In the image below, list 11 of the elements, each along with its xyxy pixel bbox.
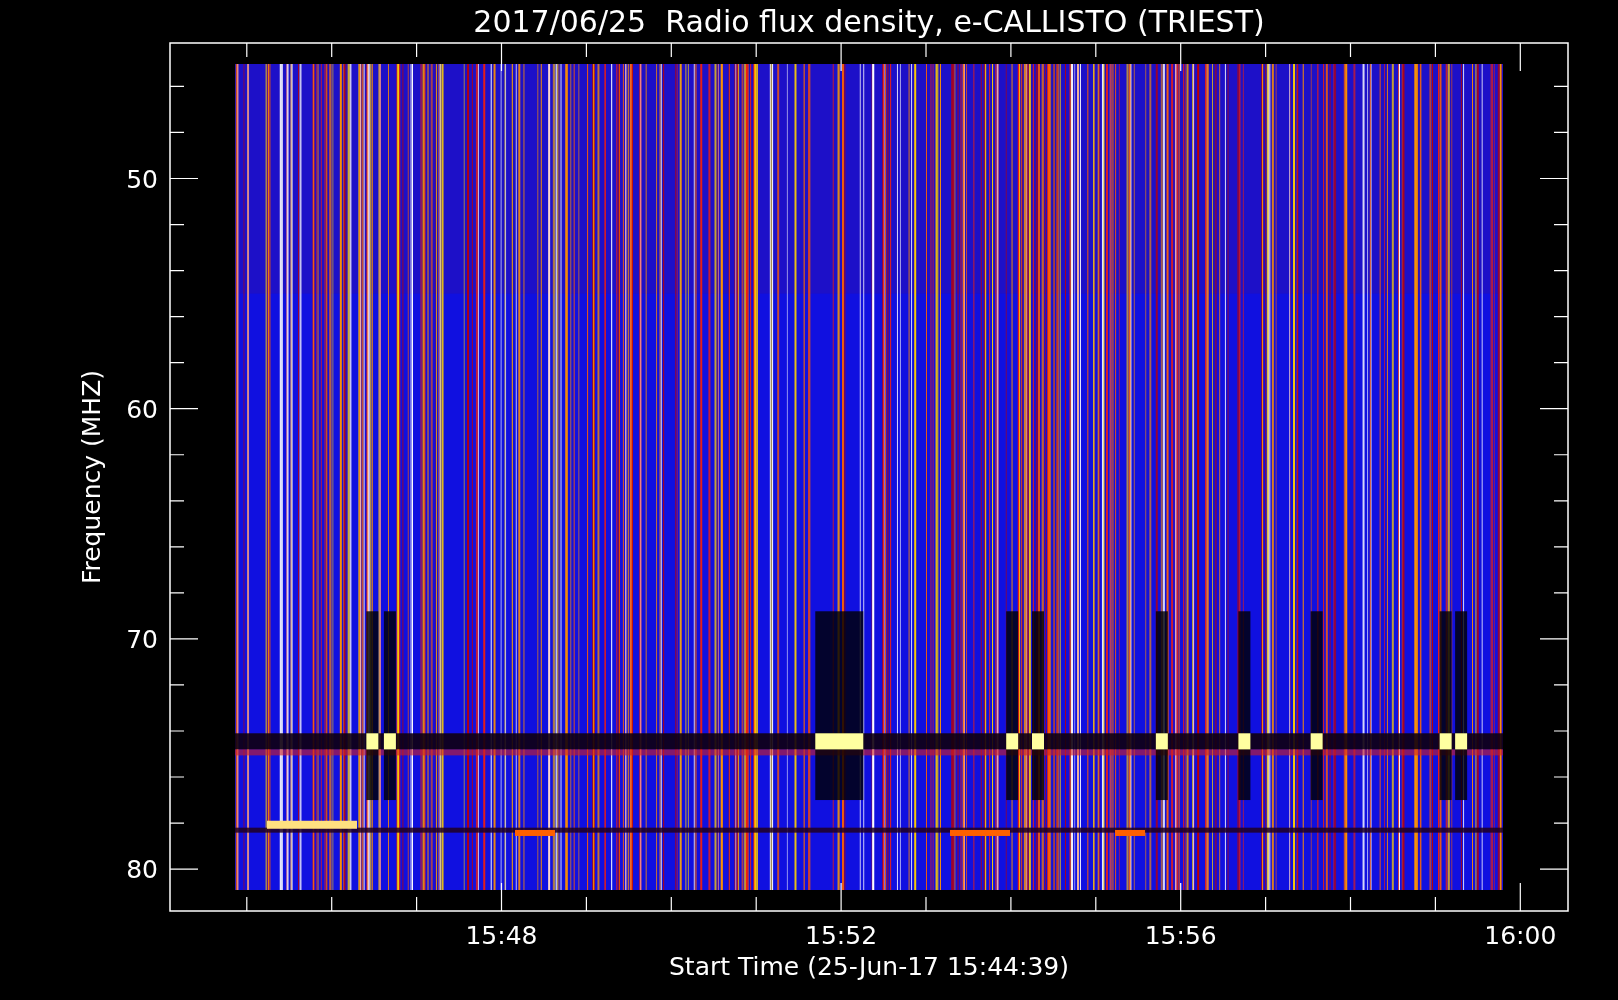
x-tick-label: 15:56: [1144, 921, 1217, 950]
x-axis-label: Start Time (25-Jun-17 15:44:39): [669, 952, 1069, 981]
y-tick-label: 70: [126, 624, 158, 654]
y-tick-label: 50: [126, 164, 158, 194]
y-tick-label: 80: [126, 855, 158, 885]
y-tick-label: 60: [126, 394, 158, 424]
chart-title: 2017/06/25 Radio flux density, e-CALLISTO (TRIEST): [473, 4, 1265, 39]
x-tick-label: 16:00: [1484, 921, 1557, 950]
x-tick-label: 15:48: [465, 921, 538, 950]
y-axis-label: Frequency (MHZ): [77, 369, 106, 585]
x-tick-label: 15:52: [805, 921, 878, 950]
